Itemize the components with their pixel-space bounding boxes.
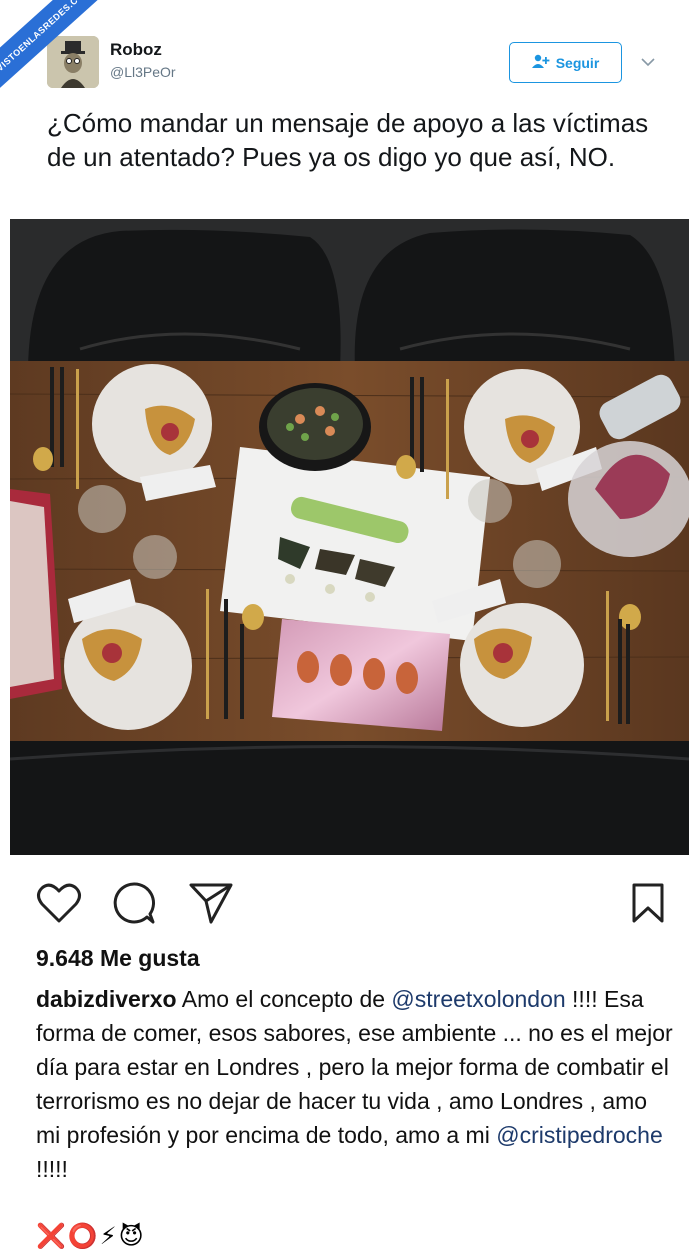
tweet-text: ¿Cómo mandar un mensaje de apoyo a las v…: [47, 108, 649, 172]
follow-button[interactable]: Seguir: [509, 42, 622, 83]
caption-mention-cristipedroche[interactable]: @cristipedroche: [496, 1122, 663, 1148]
caption-text-3: !!!!!: [36, 1156, 68, 1182]
heart-icon[interactable]: [36, 880, 82, 926]
chevron-down-icon[interactable]: [638, 52, 658, 72]
caption-emojis: ❌⭕⚡😈: [36, 1223, 146, 1250]
tweet-header: Roboz @Ll3PeOr Seguir: [0, 0, 700, 100]
bookmark-icon[interactable]: [625, 880, 671, 926]
add-user-icon: [531, 54, 550, 71]
caption-mention-streetxolondon[interactable]: @streetxolondon: [391, 986, 565, 1012]
likes-count[interactable]: 9.648 Me gusta: [36, 945, 200, 972]
author-handle[interactable]: @Ll3PeOr: [110, 64, 176, 80]
screenshot-card: VISTOENLASREDES.COM Roboz @Ll3PeOr Segui…: [0, 0, 700, 1255]
caption-text-1: Amo el concepto de: [176, 986, 392, 1012]
comment-icon[interactable]: [111, 880, 157, 926]
post-caption: dabizdiverxo Amo el concepto de @streetx…: [36, 982, 676, 1186]
share-icon[interactable]: [188, 880, 234, 926]
author-name[interactable]: Roboz: [110, 40, 162, 60]
post-photo[interactable]: [10, 219, 689, 855]
follow-label: Seguir: [555, 54, 600, 71]
caption-username[interactable]: dabizdiverxo: [36, 986, 177, 1012]
instagram-action-bar: [0, 870, 700, 930]
avatar[interactable]: [47, 36, 99, 88]
